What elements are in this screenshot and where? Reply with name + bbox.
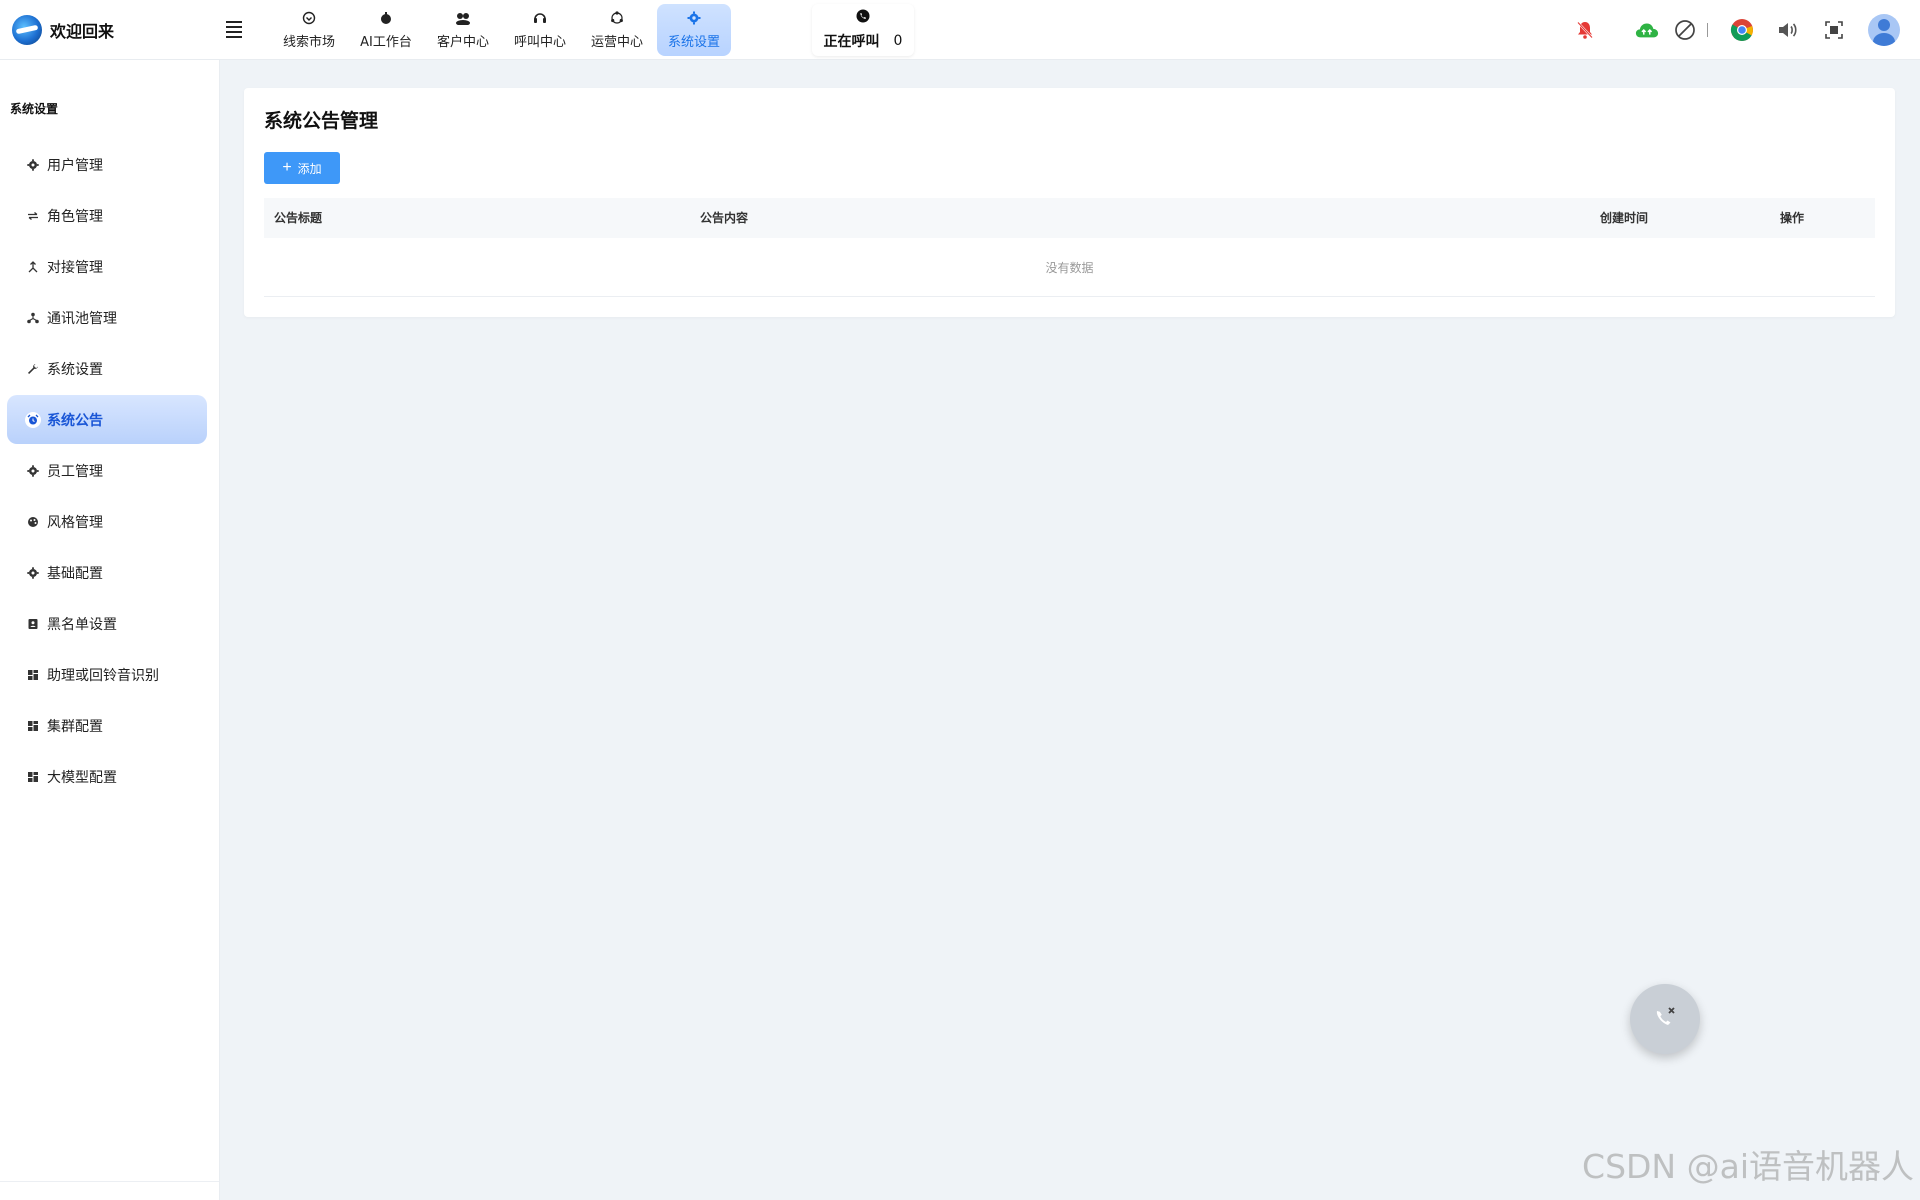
nav-label: 线索市场 (282, 34, 335, 50)
brand[interactable]: 欢迎回来 (0, 14, 220, 45)
sidebar-item-label: 风格管理 (47, 514, 103, 531)
logo-icon (12, 14, 42, 45)
column-header-created-time[interactable]: 创建时间 (1600, 198, 1648, 238)
nav-item-clue-market[interactable]: 线索市场 (272, 4, 346, 56)
page-title: 系统公告管理 (264, 110, 379, 132)
headset-icon (532, 10, 548, 26)
sidebar-item-label: 黑名单设置 (47, 616, 117, 633)
sidebar-item-comm-pool-management[interactable]: 通讯池管理 (7, 293, 207, 342)
sidebar-item-label: 大模型配置 (47, 769, 117, 786)
nav-item-customer-center[interactable]: 客户中心 (426, 4, 500, 56)
alarm-icon (25, 411, 41, 428)
header-tools (1573, 0, 1900, 60)
sidebar-item-label: 系统公告 (47, 412, 103, 429)
sidebar-item-label: 集群配置 (47, 718, 103, 735)
sidebar-item-role-management[interactable]: 角色管理 (7, 191, 207, 240)
nav-label: 系统设置 (667, 34, 720, 50)
ai-bot-icon (378, 10, 394, 26)
sidebar-item-label: 对接管理 (47, 259, 103, 276)
top-nav: 线索市场 AI工作台 客户中心 呼叫中心 运营中心 系统设置 (272, 0, 734, 60)
block-icon[interactable] (1673, 18, 1697, 42)
fullscreen-icon[interactable] (1822, 18, 1846, 42)
sidebar-item-user-management[interactable]: 用户管理 (7, 140, 207, 189)
contact-card-icon (25, 616, 41, 632)
announcement-table: 公告标题 公告内容 创建时间 操作 没有数据 (264, 198, 1875, 297)
nav-item-ai-workbench[interactable]: AI工作台 (349, 4, 423, 56)
calling-status[interactable]: 正在呼叫 0 (812, 3, 914, 56)
operations-icon (609, 10, 625, 26)
sidebar-item-system-settings[interactable]: 系统设置 (7, 344, 207, 393)
clue-market-icon (301, 10, 317, 26)
sidebar-item-basic-config[interactable]: 基础配置 (7, 548, 207, 597)
sidebar-item-label: 系统设置 (47, 361, 103, 378)
volume-icon[interactable] (1776, 18, 1800, 42)
gear-icon (25, 565, 41, 581)
hangup-float-button[interactable] (1630, 984, 1700, 1054)
dashboard-icon (25, 667, 41, 683)
table-header: 公告标题 公告内容 创建时间 操作 (264, 198, 1875, 238)
sidebar-item-cluster-config[interactable]: 集群配置 (7, 701, 207, 750)
gear-icon (686, 10, 702, 26)
phone-hangup-icon (1650, 1002, 1680, 1036)
sidebar-item-label: 通讯池管理 (47, 310, 117, 327)
sidebar-item-ringback-recognition[interactable]: 助理或回铃音识别 (7, 650, 207, 699)
nav-item-call-center[interactable]: 呼叫中心 (503, 4, 577, 56)
sidebar-item-llm-config[interactable]: 大模型配置 (7, 752, 207, 801)
gear-icon (25, 157, 41, 173)
calling-label: 正在呼叫 (823, 34, 880, 50)
sidebar-item-label: 用户管理 (47, 157, 103, 174)
avatar[interactable] (1868, 14, 1900, 46)
sidebar-item-staff-management[interactable]: 员工管理 (7, 446, 207, 495)
sidebar-item-blacklist-settings[interactable]: 黑名单设置 (7, 599, 207, 648)
column-header-title[interactable]: 公告标题 (274, 198, 322, 238)
sidebar-item-label: 员工管理 (47, 463, 103, 480)
nav-label: 客户中心 (436, 34, 489, 50)
phone-call-icon (856, 8, 870, 27)
calling-count: 0 (893, 33, 903, 49)
empty-text: 没有数据 (1045, 260, 1094, 275)
nav-label: 呼叫中心 (513, 34, 566, 50)
sidebar-item-system-announcement[interactable]: 系统公告 (7, 395, 207, 444)
add-button-label: 添加 (297, 161, 322, 176)
tool-divider (1707, 23, 1708, 37)
sidebar-item-label: 基础配置 (47, 565, 103, 582)
watermark: CSDN @ai语音机器人 (1582, 1147, 1914, 1186)
announcement-card: 系统公告管理 + 添加 公告标题 公告内容 创建时间 操作 没有数据 (244, 88, 1895, 317)
add-button[interactable]: + 添加 (264, 152, 340, 184)
table-empty-row: 没有数据 (264, 238, 1875, 297)
sidebar-item-style-management[interactable]: 风格管理 (7, 497, 207, 546)
swap-icon (25, 208, 41, 224)
bell-off-icon[interactable] (1573, 18, 1597, 42)
sidebar-item-integration-management[interactable]: 对接管理 (7, 242, 207, 291)
dashboard-icon (25, 769, 41, 785)
chrome-icon[interactable] (1730, 18, 1754, 42)
top-header: 欢迎回来 线索市场 AI工作台 客户中心 呼叫中心 运营中心 系统设置 正在呼叫… (0, 0, 1920, 60)
nav-label: 运营中心 (590, 34, 643, 50)
column-header-content[interactable]: 公告内容 (700, 198, 748, 238)
customers-icon (455, 10, 471, 26)
network-icon (25, 310, 41, 326)
gear-icon (25, 463, 41, 479)
cloud-sync-icon[interactable] (1635, 18, 1659, 42)
sidebar-item-label: 助理或回铃音识别 (47, 667, 159, 684)
column-header-actions: 操作 (1780, 211, 1805, 225)
sidebar-item-label: 角色管理 (47, 208, 103, 225)
sidebar-title: 系统设置 (10, 102, 59, 116)
nav-label: AI工作台 (360, 34, 412, 50)
dashboard-icon (25, 718, 41, 734)
sidebar: 系统设置 用户管理 角色管理 对接管理 通讯池管理 系统设置 系统公告 员工管理… (0, 60, 220, 1200)
sidebar-divider (0, 1181, 219, 1182)
nav-item-operations-center[interactable]: 运营中心 (580, 4, 654, 56)
palette-icon (25, 514, 41, 530)
menu-toggle-icon[interactable] (222, 18, 246, 42)
brand-title: 欢迎回来 (50, 21, 115, 41)
nav-item-system-settings[interactable]: 系统设置 (657, 3, 731, 56)
link-icon (25, 259, 41, 275)
wrench-icon (25, 361, 41, 377)
plus-icon: + (282, 159, 292, 176)
